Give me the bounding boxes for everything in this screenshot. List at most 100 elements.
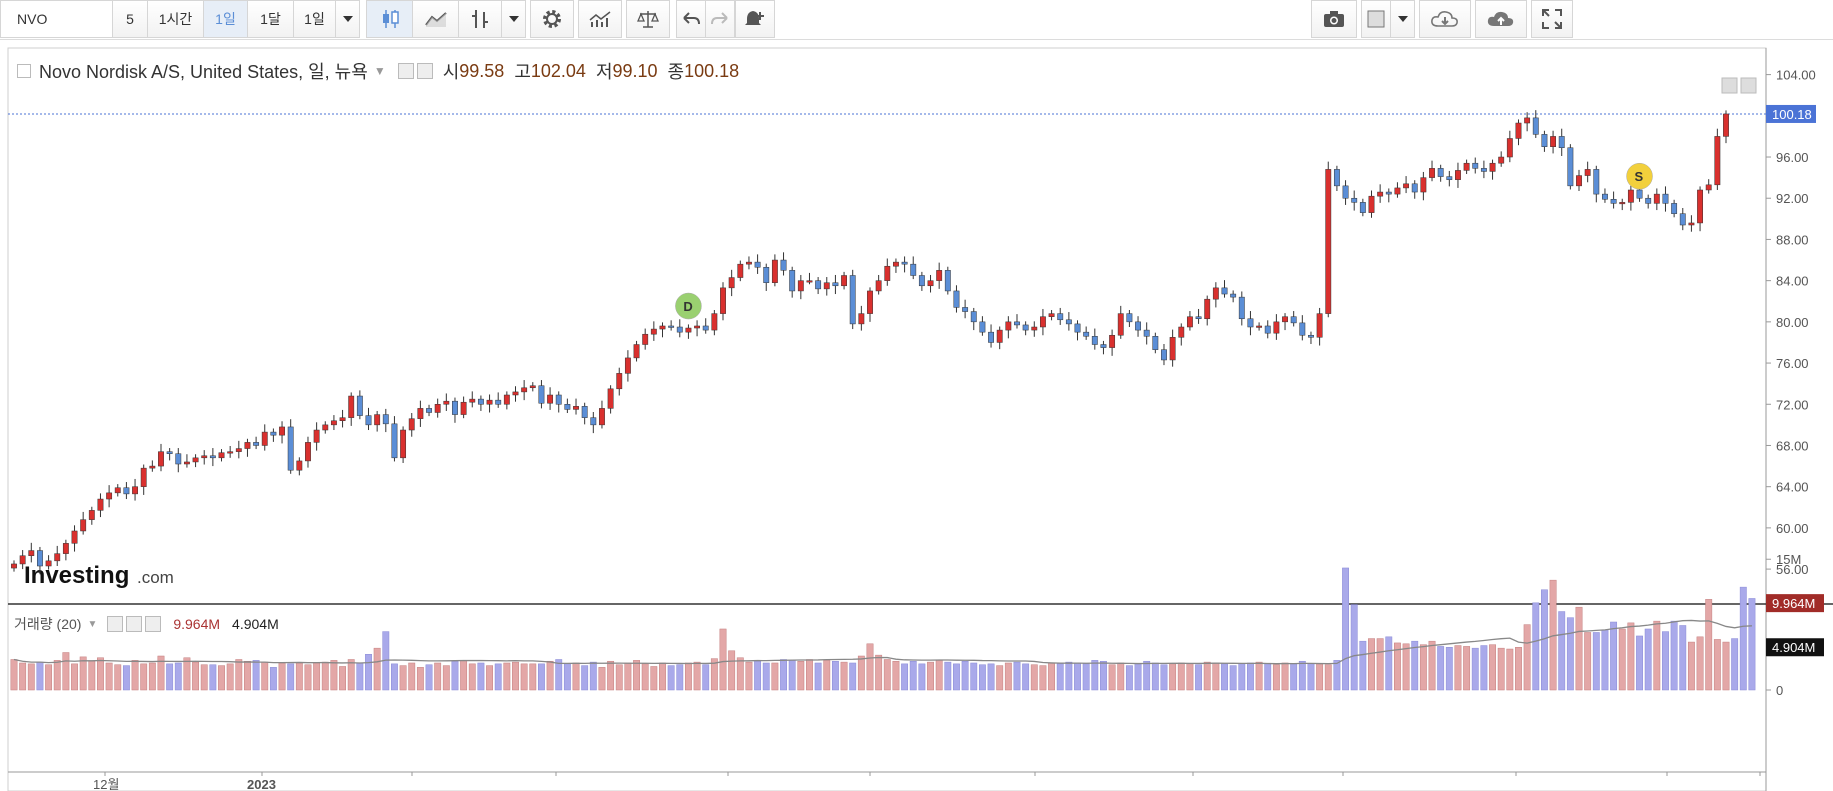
volume-bar (961, 660, 969, 691)
candle (296, 460, 303, 471)
volume-bar (1022, 663, 1030, 691)
candle (970, 311, 977, 323)
volume-bar (1696, 636, 1704, 691)
symbol-text: NVO (17, 11, 48, 27)
screenshot-button[interactable] (1311, 0, 1357, 38)
volume-bar (1221, 663, 1228, 691)
volume-bar (408, 662, 416, 691)
settings-icon[interactable] (126, 616, 143, 632)
volume-bar (347, 659, 355, 691)
cloud-download-icon (1431, 11, 1458, 27)
high-label: 고 (514, 62, 531, 82)
volume-bar (659, 662, 666, 691)
volume-bar (901, 663, 909, 691)
collapse-icon[interactable] (17, 64, 31, 78)
line-chart-icon (424, 12, 447, 27)
candle (400, 429, 407, 459)
volume-bar (45, 664, 53, 691)
redo-button[interactable] (705, 0, 735, 38)
volume-bar (122, 665, 130, 691)
candle (1515, 122, 1522, 139)
volume-bar (494, 663, 502, 691)
symbol-input[interactable]: NVO (0, 0, 130, 38)
volume-bar (1705, 599, 1713, 691)
candle (1455, 170, 1461, 180)
chart-type-dropdown-button[interactable] (501, 0, 526, 38)
indicators-icon (589, 11, 611, 27)
line-chart-button[interactable] (412, 0, 459, 38)
candle (564, 404, 571, 410)
volume-bar (1048, 662, 1056, 691)
volume-bar (1091, 660, 1099, 691)
close-value: 100.18 (684, 60, 740, 81)
candle (434, 404, 441, 413)
candles-icon (382, 10, 399, 28)
interval-dropdown-button[interactable] (335, 0, 360, 38)
volume-bar (1125, 665, 1133, 691)
dropdown-arrow-icon (508, 16, 519, 22)
interval-1m-button[interactable]: 1달 (247, 0, 294, 38)
volume-legend: 거래량 (20) ▼ 9.964M 4.904M (14, 614, 279, 634)
visibility-icon[interactable] (107, 616, 124, 632)
volume-bar (1108, 664, 1116, 691)
candle (1368, 195, 1375, 213)
interval-5-button[interactable]: 5 (112, 0, 148, 38)
candles-button[interactable] (366, 0, 413, 38)
candle (918, 275, 925, 287)
candle (962, 307, 969, 312)
candle (1705, 184, 1712, 191)
volume-bar (797, 660, 805, 691)
candle (305, 442, 311, 462)
interval-1d-button[interactable]: 1일 (203, 0, 248, 38)
volume-bar (1739, 586, 1747, 691)
color-box-button[interactable] (1361, 0, 1391, 38)
close-icon[interactable] (145, 616, 162, 632)
load-chart-button[interactable] (1419, 0, 1471, 38)
volume-bar (667, 665, 675, 691)
visibility-icon[interactable] (397, 63, 414, 79)
candle (1472, 162, 1479, 169)
candle (1083, 331, 1090, 337)
candle (823, 282, 830, 290)
chevron-down-icon[interactable]: ▼ (374, 64, 386, 78)
settings-icon[interactable] (416, 63, 433, 79)
scale-down-icon[interactable] (1721, 77, 1738, 94)
volume-bar (866, 643, 874, 691)
fullscreen-button[interactable] (1531, 0, 1573, 38)
candle (642, 333, 649, 345)
volume-bar (261, 661, 269, 691)
compare-button[interactable] (626, 0, 670, 38)
candle (1359, 202, 1366, 213)
interval-custom-button[interactable]: 1일 (293, 0, 336, 38)
volume-bar (1670, 620, 1678, 691)
volume-bar (1203, 661, 1211, 691)
scale-up-icon[interactable] (1740, 77, 1757, 94)
candle (1273, 321, 1280, 334)
volume-bar (183, 657, 191, 691)
volume-bar (1333, 660, 1341, 691)
candle (486, 399, 493, 405)
indicators-button[interactable] (578, 0, 622, 38)
price-chart[interactable]: Investing .com 56.0060.0064.0068.0072.00… (0, 40, 1833, 791)
add-alert-button[interactable] (735, 0, 775, 38)
save-chart-button[interactable] (1475, 0, 1527, 38)
volume-bar (1100, 660, 1107, 691)
scale-options[interactable] (1721, 77, 1757, 94)
undo-button[interactable] (676, 0, 706, 38)
logo-suffix: .com (137, 568, 174, 587)
color-dropdown-button[interactable] (1390, 0, 1415, 38)
volume-bar (235, 659, 243, 691)
candle (1048, 313, 1055, 317)
interval-1h-button[interactable]: 1시간 (147, 0, 204, 38)
candle (1506, 138, 1513, 158)
candle (45, 560, 52, 567)
event-marker-label: S (1635, 169, 1644, 184)
candle (244, 442, 251, 449)
candle (1109, 334, 1116, 348)
legend-title: Novo Nordisk A/S, United States, 일, 뉴욕 (39, 62, 368, 82)
bar-type-button[interactable] (458, 0, 502, 38)
settings-button[interactable] (530, 0, 574, 38)
volume-bar (1229, 665, 1237, 691)
candle (1074, 323, 1081, 333)
chevron-down-icon[interactable]: ▼ (87, 619, 97, 630)
